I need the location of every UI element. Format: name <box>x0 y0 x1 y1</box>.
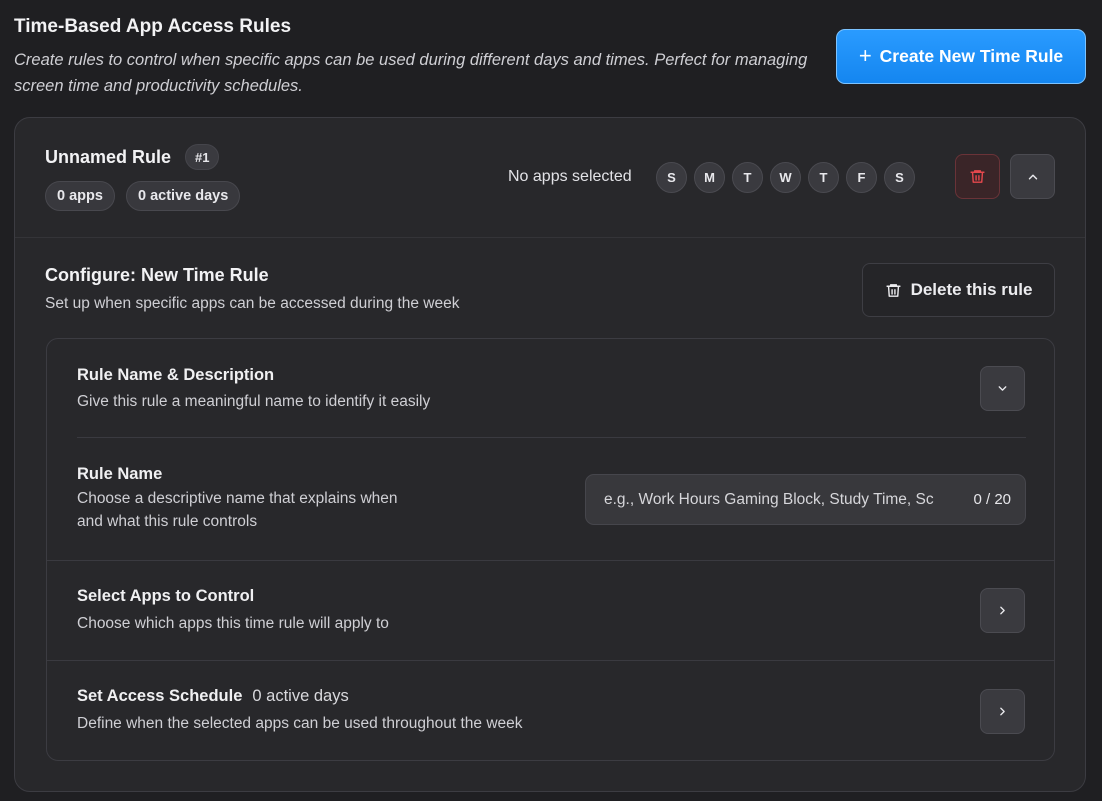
rule-number-badge: #1 <box>185 144 220 170</box>
schedule-active-days: 0 active days <box>252 687 349 705</box>
chevron-up-icon <box>1028 174 1037 179</box>
delete-this-rule-label: Delete this rule <box>910 280 1033 299</box>
rule-header[interactable]: Unnamed Rule #1 0 apps 0 active days No … <box>15 118 1085 238</box>
day-monday: M <box>694 162 725 193</box>
apps-count-badge: 0 apps <box>45 181 115 211</box>
rule-name-title: Rule Name <box>77 465 163 483</box>
rule-name-input[interactable] <box>604 490 964 509</box>
chevron-right-icon <box>1000 606 1005 615</box>
name-description-title: Rule Name & Description <box>77 366 275 384</box>
character-counter: 0 / 20 <box>973 491 1011 508</box>
name-description-desc: Give this rule a meaningful name to iden… <box>77 393 431 410</box>
trash-icon <box>885 283 901 297</box>
section-divider <box>47 660 1054 661</box>
select-apps-desc: Choose which apps this time rule will ap… <box>77 615 389 632</box>
collapse-rule-button[interactable] <box>1010 154 1055 199</box>
trash-icon <box>970 170 985 183</box>
section-divider <box>77 437 1026 438</box>
plus-icon: + <box>858 42 872 68</box>
chevron-down-icon <box>998 386 1007 391</box>
schedule-desc: Define when the selected apps can be use… <box>77 715 523 732</box>
day-sunday: S <box>656 162 687 193</box>
apps-status-text: No apps selected <box>508 168 632 185</box>
open-schedule-button[interactable] <box>980 689 1025 734</box>
expand-name-description-button[interactable] <box>980 366 1025 411</box>
section-divider <box>47 560 1054 561</box>
config-title: Configure: New Time Rule <box>45 265 269 285</box>
day-friday: F <box>846 162 877 193</box>
page: Time-Based App Access Rules Create rules… <box>0 0 1102 801</box>
day-wednesday: W <box>770 162 801 193</box>
day-saturday: S <box>884 162 915 193</box>
day-tuesday: T <box>732 162 763 193</box>
schedule-title: Set Access Schedule <box>77 687 243 705</box>
select-apps-title: Select Apps to Control <box>77 587 255 605</box>
delete-this-rule-button[interactable]: Delete this rule <box>862 263 1055 317</box>
rule-card: Unnamed Rule #1 0 apps 0 active days No … <box>14 117 1086 792</box>
config-subtitle: Set up when specific apps can be accesse… <box>45 295 460 312</box>
schedule-title-row: Set Access Schedule 0 active days <box>77 687 349 706</box>
rule-name-desc-line2: and what this rule controls <box>77 513 258 530</box>
chevron-right-icon <box>1000 707 1005 716</box>
delete-rule-icon-button[interactable] <box>955 154 1000 199</box>
day-thursday: T <box>808 162 839 193</box>
rule-name-desc-line1: Choose a descriptive name that explains … <box>77 490 398 507</box>
config-sections-card: Rule Name & Description Give this rule a… <box>46 338 1055 761</box>
page-title: Time-Based App Access Rules <box>14 16 292 37</box>
day-indicators: S M T W T F S <box>656 162 915 193</box>
rule-name-field: 0 / 20 <box>585 474 1026 525</box>
active-days-badge: 0 active days <box>126 181 241 211</box>
create-new-time-rule-button[interactable]: + Create New Time Rule <box>836 29 1086 84</box>
create-button-label: Create New Time Rule <box>879 46 1064 66</box>
page-description: Create rules to control when specific ap… <box>14 51 808 95</box>
open-select-apps-button[interactable] <box>980 588 1025 633</box>
rule-name: Unnamed Rule <box>45 147 172 167</box>
